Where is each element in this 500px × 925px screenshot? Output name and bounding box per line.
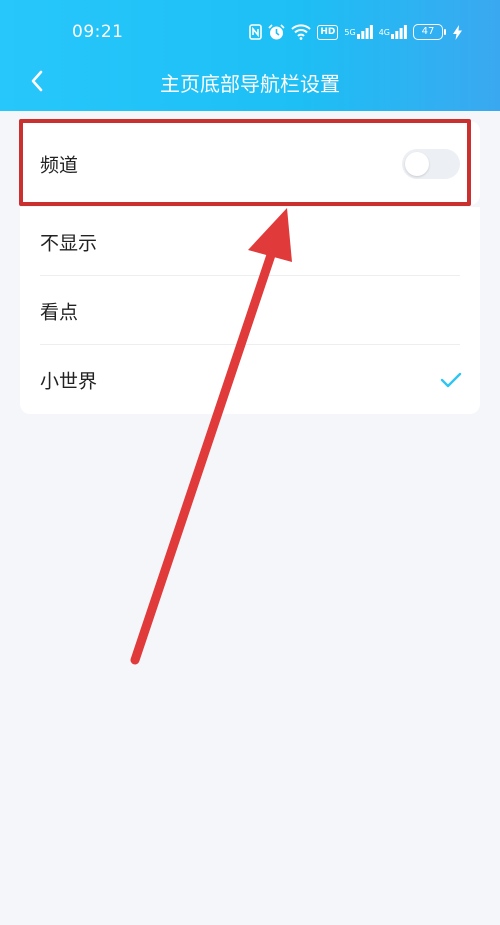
hd-icon: HD	[317, 24, 339, 40]
battery-icon: 47	[413, 24, 446, 40]
status-icons: HD 5G 4G 47	[249, 22, 462, 42]
option-row-kandian[interactable]: 看点	[20, 276, 480, 345]
tab-options-card: 不显示 看点 小世界	[20, 207, 480, 414]
status-bar: 09:21 HD 5G 4G 47	[0, 0, 500, 62]
option-label: 小世界	[40, 370, 98, 392]
nfc-icon	[249, 24, 263, 40]
charging-icon	[453, 24, 462, 40]
signal-icon: 4G	[379, 25, 407, 39]
option-label: 不显示	[40, 232, 98, 254]
signal-label: 5G	[344, 27, 356, 37]
alarm-icon	[268, 23, 285, 41]
page-title: 主页底部导航栏设置	[160, 72, 340, 96]
header-background: 09:21 HD 5G 4G 47 主页底部导航栏设置	[0, 0, 500, 111]
option-label: 看点	[40, 301, 79, 323]
option-row-small-world[interactable]: 小世界	[20, 345, 480, 414]
signal-label: 4G	[378, 27, 390, 37]
status-time: 09:21	[72, 22, 124, 42]
checkmark-icon	[440, 372, 462, 387]
annotation-highlight-box	[19, 119, 471, 206]
signal-icon: 5G	[344, 25, 373, 39]
navigation-bar: 主页底部导航栏设置	[0, 62, 500, 102]
option-row-hide[interactable]: 不显示	[20, 207, 480, 276]
wifi-icon	[291, 24, 312, 40]
